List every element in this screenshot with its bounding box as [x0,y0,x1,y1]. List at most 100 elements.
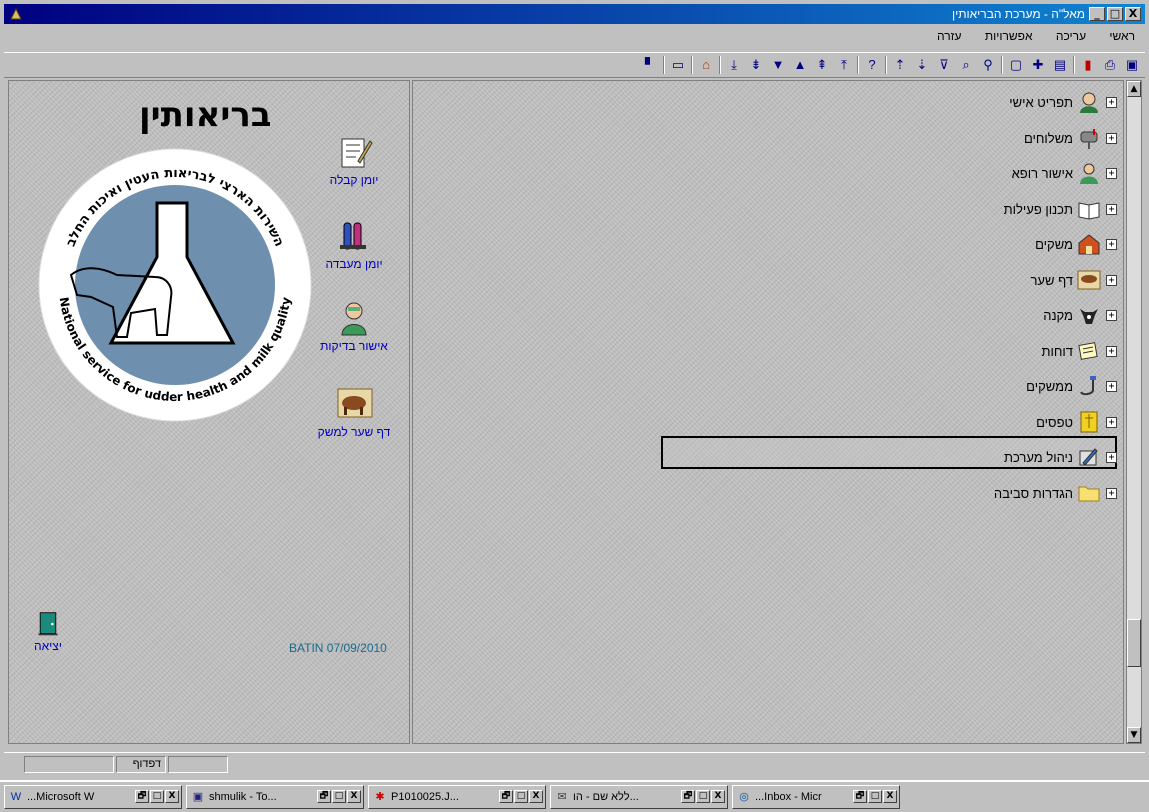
tree-item-label: משלוחים [1023,130,1073,146]
home-icon[interactable]: ⌂ [697,56,715,74]
task-untitled-mail[interactable]: ✉ ללא שם - הו... 🗗 □ X [550,785,728,809]
shortcut-label: אישור בדיקות [320,339,388,353]
close-button[interactable]: X [529,790,543,803]
exit-button[interactable]: יציאה [23,611,73,653]
left-panel: בריאותין השירות הארצי לבריאות העטין ואיכ… [8,80,410,744]
forms-icon [1080,411,1098,432]
tree-item-livestock[interactable]: + מקנה [647,302,1117,338]
shortcut-receipt-log[interactable]: יומן קבלה [309,133,399,187]
last-icon[interactable]: ⤓ [725,56,743,74]
window-icon[interactable]: ▣ [1123,56,1141,74]
tree-item-reports[interactable]: + דוחות [647,338,1117,374]
task-inbox[interactable]: ◎ ...Inbox - Micr 🗗 □ X [732,785,900,809]
toolbar-separator [663,56,665,74]
restore-button[interactable]: 🗗 [317,790,331,803]
task-label: P1010025.J... [391,791,459,803]
toolbar-separator [1073,56,1075,74]
expand-icon[interactable]: + [1106,381,1117,392]
tree-item-doctor-approval[interactable]: + אישור רופא [647,160,1117,196]
menu-help[interactable]: עזרה [927,26,972,43]
expand-icon[interactable]: + [1106,132,1117,144]
down-icon[interactable]: ▼ [769,56,787,74]
tree-item-farms[interactable]: + משקים [647,231,1117,267]
restore-button[interactable]: 🗗 [135,790,149,803]
vertical-scrollbar[interactable]: ▲ ▼ [1126,80,1142,744]
expand-icon[interactable]: + [1106,310,1117,321]
shortcut-test-approval[interactable]: אישור בדיקות [309,299,399,353]
scroll-up-button[interactable]: ▲ [1127,81,1141,97]
task-image[interactable]: ✱ P1010025.J... 🗗 □ X [368,785,546,809]
shortcut-lab-log[interactable]: יומן מעבדה [309,217,399,271]
expand-icon[interactable]: + [1106,203,1117,215]
shortcut-label: יומן מעבדה [325,257,383,271]
tree-item-cover-page[interactable]: + דף שער [647,267,1117,303]
save-icon: ▣ [192,791,204,803]
expand-icon[interactable]: + [1106,97,1117,108]
close-button[interactable]: X [883,790,897,803]
expand-icon[interactable]: + [1106,452,1117,463]
close-button[interactable]: X [711,790,725,803]
maximize-button[interactable]: □ [696,790,710,803]
find-icon[interactable]: ⚲ [979,56,997,74]
task-word[interactable]: W ...Microsoft W 🗗 □ X [4,785,182,809]
expand-icon[interactable]: + [1106,487,1117,499]
shortcut-farm-cover[interactable]: דף שער למשק [309,385,399,439]
status-bar: דפדוף [4,752,1145,774]
expand-icon[interactable]: + [1106,416,1117,428]
tree-item-environment-settings[interactable]: + הגדרות סביבה [647,480,1117,516]
task-controls: 🗗 □ X [853,790,897,803]
toolbar-separator [857,56,859,74]
bookmark-icon[interactable]: ▘ [641,56,659,74]
help-icon[interactable]: ? [863,56,881,74]
document-icon[interactable]: ▢ [1007,56,1025,74]
up-icon[interactable]: ▲ [791,56,809,74]
minimize-button[interactable]: _ [1089,7,1105,21]
menu-edit[interactable]: עריכה [1046,26,1096,43]
restore-button[interactable]: 🗗 [681,790,695,803]
menu-main[interactable]: ראשי [1099,26,1145,43]
next-page-icon[interactable]: ⇟ [747,56,765,74]
scroll-down-button[interactable]: ▼ [1127,727,1141,743]
close-button[interactable]: X [347,790,361,803]
tree-item-activity-planning[interactable]: + תכנון פעילות [647,196,1117,232]
sort-desc-icon[interactable]: ⇣ [913,56,931,74]
close-button[interactable]: X [1125,7,1141,21]
tree-item-system-admin[interactable]: + ניהול מערכת [647,436,1117,480]
prev-page-icon[interactable]: ⇞ [813,56,831,74]
barn-icon [1078,234,1100,255]
outlook-icon: ◎ [739,791,749,803]
expand-icon[interactable]: + [1106,345,1117,357]
maximize-button[interactable]: □ [332,790,346,803]
restore-button[interactable]: 🗗 [499,790,513,803]
tree-item-interfaces[interactable]: + ממשקים [647,373,1117,409]
expand-icon[interactable]: + [1106,239,1117,250]
exit-label: יציאה [34,639,62,653]
filter-icon[interactable]: ⊽ [935,56,953,74]
close-button[interactable]: X [165,790,179,803]
expand-icon[interactable]: + [1106,168,1117,179]
task-shmulik[interactable]: ▣ shmulik - To... 🗗 □ X [186,785,364,809]
tree-item-personal-menu[interactable]: + תפריט אישי [647,89,1117,125]
scroll-thumb[interactable] [1127,619,1141,667]
expand-icon[interactable]: + [1106,274,1117,286]
print-preview-icon[interactable]: ⎙ [1101,56,1119,74]
menu-options[interactable]: אפשרויות [975,26,1043,43]
maximize-button[interactable]: □ [868,790,882,803]
toolbar-separator [719,56,721,74]
display-icon[interactable]: ▭ [669,56,687,74]
new-icon[interactable]: ✚ [1029,56,1047,74]
doctor-icon [341,302,367,336]
toolbar: ▣ ⎙ ▮ ▤ ✚ ▢ ⚲ ⌕ ⊽ ⇣ ⇡ ? ⤒ ⇞ ▲ ▼ ⇟ ⤓ ⌂ ▭ [4,52,1145,78]
note-icon[interactable]: ▤ [1051,56,1069,74]
notebook-icon [341,138,373,168]
chart-icon[interactable]: ▮ [1079,56,1097,74]
maximize-button[interactable]: □ [150,790,164,803]
maximize-button[interactable]: □ [1107,7,1123,21]
tree-item-shipments[interactable]: + משלוחים [647,125,1117,161]
maximize-button[interactable]: □ [514,790,528,803]
zoom-icon[interactable]: ⌕ [957,56,975,74]
restore-button[interactable]: 🗗 [853,790,867,803]
sort-asc-icon[interactable]: ⇡ [891,56,909,74]
first-icon[interactable]: ⤒ [835,56,853,74]
status-date: BATIN 07/09/2010 [289,641,387,655]
